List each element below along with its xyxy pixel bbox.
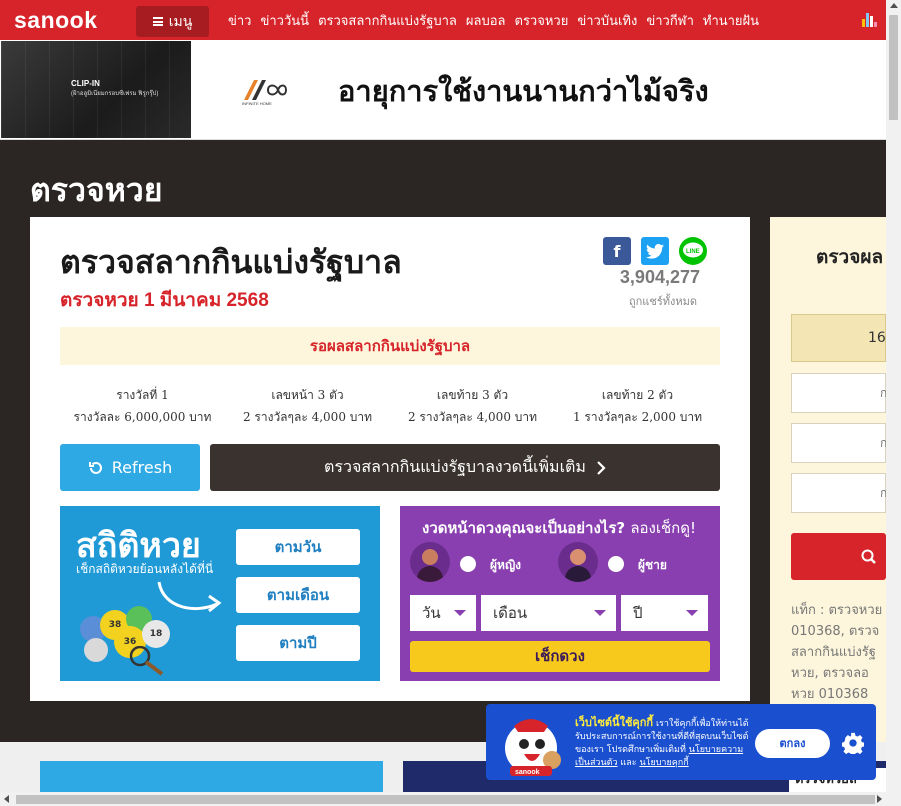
lottery-stats-panel: สถิติหวย เช็กสถิติหวยย้อนหลังได้ที่นี่ 3… [60, 506, 380, 681]
horoscope-panel: งวดหน้าดวงคุณจะเป็นอย่างไร? ลองเช็กดู! ผ… [400, 506, 720, 681]
more-lottery-button[interactable]: ตรวจสลากกินแบ่งรัฐบาลงวดนี้เพิ่มเติม [210, 444, 720, 491]
lottery-date: ตรวจหวย 1 มีนาคม 2568 [60, 290, 269, 311]
waiting-results-banner: รอผลสลากกินแบ่งรัฐบาล [60, 327, 720, 365]
share-icons: f LINE [603, 237, 707, 265]
stats-by-day-button[interactable]: ตามวัน [236, 529, 360, 565]
nav-link-sports[interactable]: ข่าวกีฬา [646, 10, 694, 31]
line-share-icon[interactable]: LINE [679, 237, 707, 265]
nav-link-dream[interactable]: ทำนายฝัน [703, 10, 759, 31]
scroll-up-arrow-icon[interactable] [890, 3, 898, 8]
nav-link-gov-lottery[interactable]: ตรวจสลากกินแบ่งรัฐบาล [318, 10, 457, 31]
vertical-scrollbar-thumb[interactable] [889, 15, 898, 120]
prize-item: เลขท้าย 3 ตัว 2 รางวัลๆละ 4,000 บาท [390, 384, 555, 428]
equalizer-icon[interactable] [862, 11, 877, 27]
scroll-right-arrow-icon[interactable] [877, 795, 882, 803]
horoscope-heading: งวดหน้าดวงคุณจะเป็นอย่างไร? ลองเช็กดู! [422, 519, 696, 537]
prize-detail: 1 รางวัลๆละ 2,000 บาท [572, 410, 703, 424]
cookie-text: เว็บไซต์นี้ใช้คุกกี้ เราใช้คุกกี้เพื่อให… [575, 716, 750, 770]
nav-links: ข่าว ข่าววันนี้ ตรวจสลากกินแบ่งรัฐบาล ผล… [228, 0, 768, 40]
nav-link-football-scores[interactable]: ผลบอล [466, 10, 506, 31]
facebook-share-icon[interactable]: f [603, 237, 631, 265]
sidebar-tags: แท็ก : ตรวจหวย 010368, ตรวจ สลากกินแบ่งร… [791, 603, 883, 702]
bottom-lottery-banner[interactable] [40, 761, 383, 792]
nav-link-entertainment[interactable]: ข่าวบันเทิง [577, 10, 637, 31]
chevron-right-icon [597, 460, 606, 475]
nav-link-check-lottery[interactable]: ตรวจหวย [515, 10, 569, 31]
svg-text:INFINITE HOME: INFINITE HOME [242, 101, 272, 106]
scroll-left-arrow-icon[interactable] [4, 795, 9, 803]
cookie-consent-popup: sanook เว็บไซต์นี้ใช้คุกกี้ เราใช้คุกกี้… [486, 704, 876, 780]
horizontal-scrollbar-thumb[interactable] [16, 795, 875, 804]
sanook-logo[interactable]: sanook [14, 7, 136, 34]
sidebar-number-input[interactable]: ก [791, 423, 887, 463]
prize-name: รางวัลที่ 1 [116, 388, 169, 402]
hamburger-icon [152, 17, 163, 26]
prize-name: เลขท้าย 3 ตัว [436, 388, 509, 402]
sidebar-date-selector[interactable]: 16 [791, 314, 886, 362]
cookie-accept-button[interactable]: ตกลง [755, 729, 830, 758]
gear-icon[interactable] [842, 732, 864, 754]
ball-icon: 18 [142, 620, 170, 648]
ad-image: CLIP-IN (ฝ้าอลูมิเนียมกรอบซีเฟรม ฟิรูกรุ… [1, 41, 191, 138]
prize-item: เลขท้าย 2 ตัว 1 รางวัลๆละ 2,000 บาท [555, 384, 720, 428]
share-count: 3,904,277 [619, 267, 700, 287]
month-select[interactable]: เดือน [481, 595, 616, 631]
day-select[interactable]: วัน [410, 595, 476, 631]
refresh-label: Refresh [111, 458, 173, 477]
infinite-home-logo-icon: INFINITE HOME [242, 80, 288, 106]
share-label: ถูกแชร์ทั้งหมด [628, 295, 697, 308]
menu-label: เมนู [168, 13, 193, 30]
sidebar-title: ตรวจผล [816, 246, 884, 268]
stats-subtitle: เช็กสถิติหวยย้อนหลังได้ที่นี่ [76, 562, 214, 576]
male-avatar [558, 542, 598, 582]
menu-button[interactable]: เมนู [136, 6, 209, 37]
stats-by-year-button[interactable]: ตามปี [236, 625, 360, 661]
sidebar-number-input[interactable]: ก [791, 473, 887, 513]
refresh-button[interactable]: Refresh [60, 444, 200, 491]
female-avatar [410, 542, 450, 582]
check-horoscope-button[interactable]: เช็กดวง [410, 641, 710, 672]
svg-text:sanook: sanook [515, 769, 540, 776]
prize-detail: 2 รางวัลๆละ 4,000 บาท [407, 410, 538, 424]
sanook-mascot-icon: sanook [505, 719, 561, 776]
refresh-icon [88, 461, 102, 474]
cookie-policy-link[interactable]: นโยบายคุกกี้ [639, 758, 688, 768]
magnifier-icon [129, 646, 164, 676]
nav-link-today-news[interactable]: ข่าววันนี้ [261, 10, 310, 31]
lottery-title: ตรวจสลากกินแบ่งรัฐบาล [60, 244, 402, 280]
page-title: ตรวจหวย [30, 172, 163, 208]
prize-detail: รางวัลละ 6,000,000 บาท [73, 410, 212, 424]
prize-item: เลขหน้า 3 ตัว 2 รางวัลๆละ 4,000 บาท [225, 384, 390, 428]
prize-name: เลขหน้า 3 ตัว [271, 388, 344, 402]
twitter-share-icon[interactable] [641, 237, 669, 265]
ball-icon [84, 638, 108, 662]
vertical-scrollbar[interactable] [886, 0, 901, 806]
sidebar-number-input[interactable]: ก [791, 373, 887, 413]
ad-banner[interactable]: CLIP-IN (ฝ้าอลูมิเนียมกรอบซีเฟรม ฟิรูกรุ… [0, 40, 886, 140]
prize-detail: 2 รางวัลๆละ 4,000 บาท [242, 410, 373, 424]
female-radio[interactable] [460, 556, 476, 572]
sidebar-search-button[interactable] [791, 533, 886, 580]
stats-by-month-button[interactable]: ตามเดือน [236, 577, 360, 613]
ad-clip-title: CLIP-IN (ฝ้าอลูมิเนียมกรอบซีเฟรม ฟิรูกรุ… [71, 79, 159, 97]
prize-name: เลขท้าย 2 ตัว [601, 388, 674, 402]
ad-headline: อายุการใช้งานนานกว่าไม้จริง [338, 76, 709, 108]
search-icon [861, 549, 876, 564]
male-radio[interactable] [608, 556, 624, 572]
prize-item: รางวัลที่ 1 รางวัลละ 6,000,000 บาท [60, 384, 225, 428]
more-lottery-label: ตรวจสลากกินแบ่งรัฐบาลงวดนี้เพิ่มเติม [324, 457, 586, 476]
svg-text:LINE: LINE [686, 249, 700, 255]
male-label: ผู้ชาย [638, 558, 667, 572]
cookie-and: และ [620, 758, 637, 768]
year-select[interactable]: ปี [621, 595, 708, 631]
nav-link-news[interactable]: ข่าว [228, 10, 252, 31]
lottery-balls-image: 38 36 18 [76, 606, 186, 676]
prize-list: รางวัลที่ 1 รางวัลละ 6,000,000 บาท เลขหน… [60, 384, 720, 428]
female-label: ผู้หญิง [490, 558, 522, 572]
cookie-heading: เว็บไซต์นี้ใช้คุกกี้ [575, 716, 654, 729]
